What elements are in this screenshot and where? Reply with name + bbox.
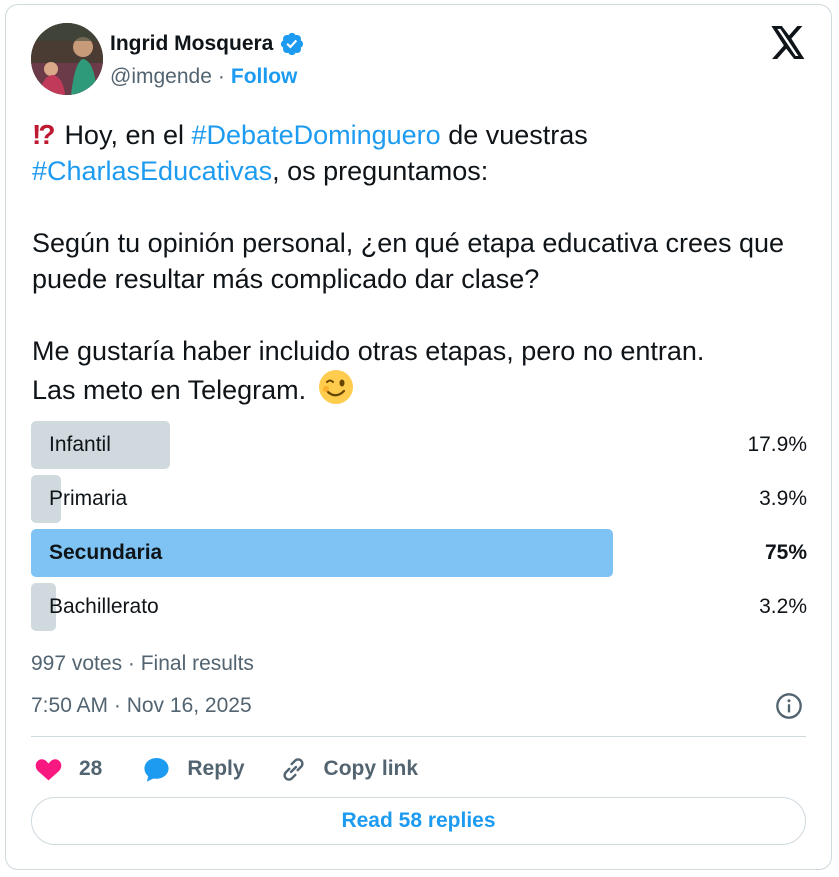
reply-button[interactable]: Reply: [142, 755, 245, 784]
action-bar: 28 Reply Copy link: [34, 752, 418, 786]
reply-label: Reply: [187, 757, 245, 780]
tweet-paragraph-2: Según tu opinión personal, ¿en qué etapa…: [32, 228, 785, 294]
author-name-row: Ingrid Mosquera: [110, 31, 305, 57]
tweet-text-segment: Me gustaría haber incluido otras etapas,…: [32, 336, 705, 366]
tweet-paragraph-3: Me gustaría haber incluido otras etapas,…: [32, 333, 822, 408]
tweet-text-segment: , os preguntamos:: [272, 156, 489, 186]
tweet-paragraph-1: !? Hoy, en el #DebateDominguero de vuestr…: [32, 117, 822, 189]
follow-button[interactable]: Follow: [231, 65, 298, 89]
poll-option: Primaria 3.9%: [31, 475, 807, 523]
avatar-photo: [31, 23, 103, 95]
info-icon[interactable]: [775, 692, 803, 720]
wink-emoji: [318, 370, 353, 404]
tweet-text-segment: Hoy, en el: [64, 120, 192, 150]
author-handle-row: @imgende · Follow: [110, 65, 297, 89]
tweet-text-segment: Las meto en Telegram.: [32, 375, 307, 405]
interrobang-emoji: !?: [32, 119, 56, 150]
hashtag-charlas-educativas[interactable]: #CharlasEducativas: [32, 156, 272, 186]
link-icon: [282, 757, 304, 781]
separator-dot: ·: [217, 65, 225, 88]
x-logo-icon[interactable]: [770, 26, 806, 59]
tweet-text: !? Hoy, en el #DebateDominguero de vuestr…: [32, 117, 822, 408]
poll-option-percent: 3.9%: [759, 487, 807, 510]
author-name[interactable]: Ingrid Mosquera: [110, 32, 273, 56]
poll-option-percent: 17.9%: [747, 433, 807, 456]
poll-option-label: Secundaria: [49, 541, 163, 564]
poll-option-percent: 3.2%: [759, 595, 807, 618]
verified-badge-icon: [281, 32, 304, 56]
copy-link-button[interactable]: Copy link: [279, 755, 419, 784]
like-count: 28: [79, 757, 103, 780]
poll-option: Infantil 17.9%: [31, 421, 807, 469]
hashtag-debate-dominguero[interactable]: #DebateDominguero: [192, 120, 441, 150]
author-avatar[interactable]: [31, 23, 103, 95]
poll-option-label: Infantil: [49, 433, 111, 456]
tweet-text-segment: de vuestras: [440, 120, 588, 150]
copy-link-label: Copy link: [323, 757, 419, 780]
poll-option-percent: 75%: [764, 541, 807, 564]
poll-option-label: Primaria: [49, 487, 128, 510]
divider: [31, 736, 806, 737]
heart-icon: [35, 758, 62, 780]
poll-option: Bachillerato 3.2%: [31, 583, 807, 631]
like-button[interactable]: 28: [34, 755, 102, 784]
tweet-timestamp[interactable]: 7:50 AM · Nov 16, 2025: [31, 694, 252, 718]
poll-option-label: Bachillerato: [49, 595, 159, 618]
reply-bubble-icon: [144, 757, 169, 782]
read-replies-button[interactable]: Read 58 replies: [31, 797, 806, 845]
author-handle[interactable]: @imgende: [110, 65, 212, 89]
poll-summary: 997 votes · Final results: [31, 652, 254, 675]
poll-option: Secundaria 75%: [31, 529, 807, 577]
